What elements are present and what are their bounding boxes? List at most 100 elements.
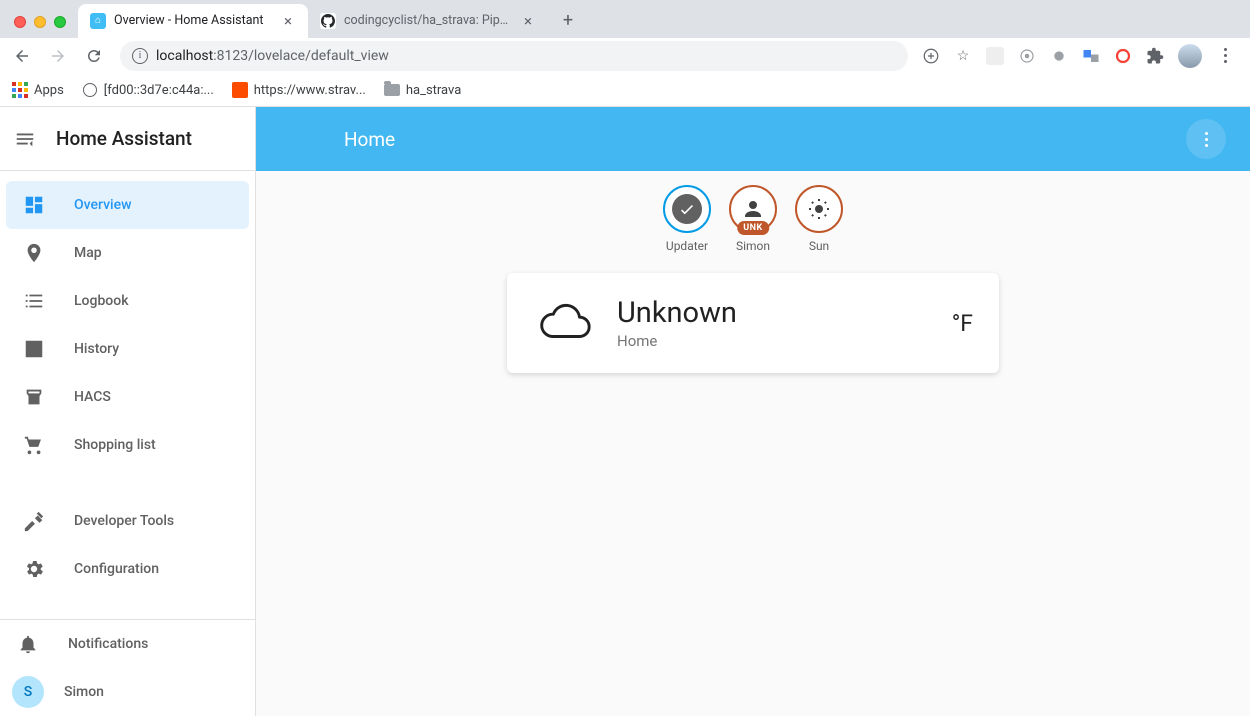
extension-icon[interactable] (1114, 47, 1132, 65)
user-avatar-icon: S (12, 676, 44, 708)
browser-tab[interactable]: codingcyclist/ha_strava: Pipe y × (308, 4, 548, 38)
store-icon (22, 385, 46, 409)
sidebar-nav: Overview Map Logbook History HACS Shoppi… (0, 171, 255, 619)
hammer-icon (22, 509, 46, 533)
chrome-menu-button[interactable] (1216, 47, 1234, 65)
extension-icon[interactable] (1018, 47, 1036, 65)
sidebar-item-label: History (74, 341, 119, 357)
dashboard-icon (22, 193, 46, 217)
translate-extension-icon[interactable] (1082, 47, 1100, 65)
weather-text: Unknown Home (617, 296, 952, 350)
badge-sun[interactable]: Sun (795, 185, 843, 253)
browser-tab-active[interactable]: ⌂ Overview - Home Assistant × (78, 4, 308, 38)
maximize-window-icon[interactable] (54, 16, 66, 28)
sidebar-item-notifications[interactable]: Notifications (0, 620, 255, 668)
back-button[interactable] (6, 40, 38, 72)
page-title: Home (344, 128, 395, 151)
bookmark-item[interactable]: [fd00::3d7e:c44a:... (82, 82, 214, 98)
minimize-window-icon[interactable] (34, 16, 46, 28)
bookmarks-bar: Apps [fd00::3d7e:c44a:... https://www.st… (0, 74, 1250, 106)
badge-label: Simon (736, 239, 770, 253)
main-area: Home Updater (256, 107, 1250, 716)
globe-icon (83, 83, 97, 97)
overflow-menu-button[interactable] (1186, 119, 1226, 159)
sidebar-item-map[interactable]: Map (6, 229, 249, 277)
reload-button[interactable] (78, 40, 110, 72)
weather-location: Home (617, 332, 952, 350)
add-to-icon[interactable] (922, 47, 940, 65)
strava-icon (232, 82, 248, 98)
sidebar-header: Home Assistant (0, 107, 255, 171)
check-circle-icon (672, 194, 702, 224)
sidebar-item-devtools[interactable]: Developer Tools (6, 497, 249, 545)
sidebar-item-configuration[interactable]: Configuration (6, 545, 249, 593)
weather-state: Unknown (617, 296, 952, 330)
close-tab-icon[interactable]: × (520, 13, 536, 29)
sidebar-item-label: Shopping list (74, 437, 156, 453)
sidebar-item-logbook[interactable]: Logbook (6, 277, 249, 325)
sidebar-item-label: HACS (74, 389, 111, 405)
sidebar-item-label: Notifications (68, 636, 148, 652)
new-tab-button[interactable]: + (554, 7, 582, 35)
folder-icon (384, 84, 400, 96)
close-tab-icon[interactable]: × (280, 13, 296, 29)
sidebar-item-label: Configuration (74, 561, 159, 577)
topbar: Home (256, 107, 1250, 171)
badge-updater[interactable]: Updater (663, 185, 711, 253)
tab-title: Overview - Home Assistant (114, 13, 272, 28)
extensions-puzzle-icon[interactable] (1146, 47, 1164, 65)
badge-label: Updater (666, 239, 708, 253)
sidebar-item-user[interactable]: S Simon (0, 668, 255, 716)
sidebar-item-label: Logbook (74, 293, 129, 309)
favicon-home-assistant-icon: ⌂ (90, 13, 106, 29)
sidebar-item-label: Map (74, 245, 102, 261)
site-info-icon[interactable]: i (132, 48, 148, 64)
chart-icon (22, 337, 46, 361)
sidebar: Home Assistant Overview Map Logbook Hist… (0, 107, 256, 716)
favicon-github-icon (320, 13, 336, 29)
weather-card[interactable]: Unknown Home °F (507, 273, 999, 373)
app-root: Home Assistant Overview Map Logbook Hist… (0, 107, 1250, 716)
extension-icon[interactable] (986, 47, 1004, 65)
cloud-icon (533, 295, 595, 351)
window-controls (8, 16, 78, 38)
bookmark-star-icon[interactable]: ☆ (954, 47, 972, 65)
bell-icon (16, 632, 40, 656)
badge-circle (795, 185, 843, 233)
person-icon (741, 197, 765, 221)
badge-circle (663, 185, 711, 233)
app-title: Home Assistant (56, 127, 192, 150)
extension-icon[interactable] (1050, 47, 1068, 65)
map-icon (22, 241, 46, 265)
badge-label: Sun (809, 239, 829, 253)
toolbar-extensions: ☆ (918, 44, 1244, 68)
sidebar-item-shopping[interactable]: Shopping list (6, 421, 249, 469)
sidebar-footer: Notifications S Simon (0, 619, 255, 716)
apps-button[interactable]: Apps (12, 82, 64, 98)
bookmark-item[interactable]: https://www.strav... (232, 82, 366, 98)
gear-icon (22, 557, 46, 581)
badges-row: Updater UNK Simon Sun (663, 185, 843, 253)
badge-person-simon[interactable]: UNK Simon (729, 185, 777, 253)
sidebar-item-history[interactable]: History (6, 325, 249, 373)
user-name-label: Simon (64, 684, 104, 700)
list-icon (22, 289, 46, 313)
forward-button[interactable] (42, 40, 74, 72)
url-bar[interactable]: i localhost:8123/lovelace/default_view (120, 41, 908, 71)
badge-tag: UNK (737, 221, 769, 235)
dashboard-content: Updater UNK Simon Sun (256, 171, 1250, 716)
cart-icon (22, 433, 46, 457)
profile-avatar-icon[interactable] (1178, 44, 1202, 68)
apps-grid-icon (12, 82, 28, 98)
browser-chrome: ⌂ Overview - Home Assistant × codingcycl… (0, 0, 1250, 107)
sidebar-item-overview[interactable]: Overview (6, 181, 249, 229)
bookmark-folder[interactable]: ha_strava (384, 82, 461, 98)
sidebar-item-hacs[interactable]: HACS (6, 373, 249, 421)
url-text: localhost:8123/lovelace/default_view (156, 48, 389, 64)
weather-unit: °F (952, 310, 973, 337)
menu-toggle-button[interactable] (14, 127, 38, 151)
address-row: i localhost:8123/lovelace/default_view ☆ (0, 38, 1250, 75)
sun-icon (807, 197, 831, 221)
close-window-icon[interactable] (14, 16, 26, 28)
sidebar-item-label: Overview (74, 197, 131, 213)
